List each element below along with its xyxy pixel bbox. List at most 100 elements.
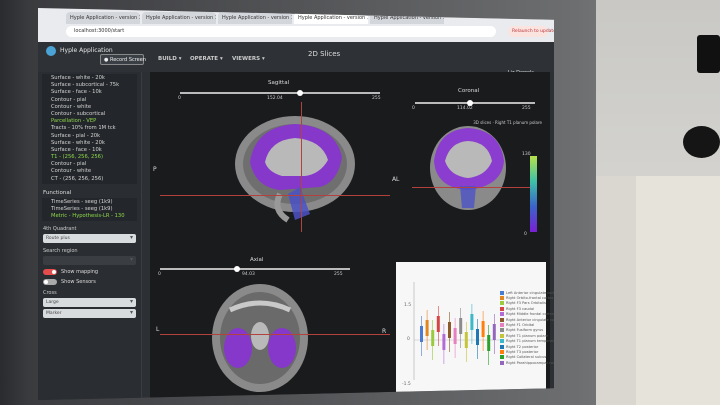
plot-legend: Left Anterior cingulate cortex Right Orbi… — [500, 290, 554, 365]
legend-entry[interactable]: Right Parahippocampal cortex — [500, 360, 554, 365]
layer-item[interactable]: Contour - pial — [42, 97, 137, 104]
layer-item[interactable]: Surface - subcortical - 75k — [42, 82, 137, 89]
box-glyph — [442, 334, 446, 350]
legend-entry[interactable]: Right T1 planum polare — [500, 333, 554, 338]
coronal-slice-image[interactable] — [420, 116, 530, 226]
legend-entry[interactable]: Right Orbito-frontal cortex — [500, 295, 554, 301]
axial-slider[interactable] — [160, 266, 350, 272]
projection-label: 3D slices · Right T1 planum polare — [473, 120, 542, 125]
layer-item[interactable]: Contour - subcortical — [42, 111, 137, 118]
sagittal-slider[interactable] — [180, 90, 380, 96]
layer-item[interactable]: Parcellation - VEP — [42, 118, 137, 125]
show-mapping-label: Show mapping — [61, 269, 99, 276]
sagittal-value: 152.04 — [267, 96, 283, 101]
box-glyph — [420, 326, 423, 342]
functional-item[interactable]: Metric - Hypothesis-LR - 130 — [42, 213, 137, 220]
show-sensors-label: Show Sensors — [61, 279, 96, 286]
layer-item[interactable]: Surface - white - 20k — [42, 140, 137, 147]
sagittal-crosshair-v — [301, 102, 302, 232]
legend-swatch — [500, 323, 504, 328]
functional-item[interactable]: TimeSeries - seeg (1k9) — [42, 199, 137, 206]
layer-item[interactable]: Surface - pial - 20k — [42, 133, 137, 140]
menu-build[interactable]: BUILD ▾ — [158, 56, 181, 62]
orient-axial-right: R — [382, 328, 387, 335]
show-sensors-row[interactable]: Show Sensors — [38, 279, 141, 286]
coronal-max: 255 — [522, 106, 531, 111]
axial-max: 255 — [334, 272, 343, 277]
legend-label: Right Fusiform gyrus — [506, 328, 544, 333]
coronal-crosshair-h — [412, 187, 537, 188]
axial-title: Axial — [250, 257, 264, 263]
show-mapping-row[interactable]: Show mapping — [38, 269, 141, 276]
search-region-input[interactable] — [43, 256, 136, 266]
sagittal-min: 0 — [178, 96, 181, 101]
layer-item[interactable]: Surface - white - 20k — [42, 75, 137, 82]
layer-item[interactable]: Contour - white — [42, 104, 137, 111]
legend-entry[interactable]: Right T1 planum temporale — [500, 339, 554, 344]
search-label: Search region — [43, 248, 78, 255]
layer-item[interactable]: Surface - face - 10k — [42, 147, 137, 154]
layer-item[interactable]: Tracts - 10% from 1M tck — [42, 125, 137, 132]
time-series-panel: 1.5 0 -1.5 Left Anterior cingulate corte… — [396, 262, 554, 400]
browser-tab[interactable]: Hyple Application - version 1 — [142, 12, 216, 24]
show-mapping-toggle[interactable] — [43, 269, 57, 276]
show-sensors-toggle[interactable] — [43, 279, 57, 286]
app-title: Hyple Application — [60, 47, 113, 54]
coronal-slider[interactable] — [415, 100, 535, 106]
menu-operate[interactable]: OPERATE ▾ — [190, 56, 223, 62]
legend-label: Right T1 planum temporale — [506, 339, 554, 344]
colorbar-top: 130 — [522, 152, 531, 157]
sagittal-slice-image[interactable] — [210, 102, 380, 232]
layer-item[interactable]: Contour - white — [42, 168, 137, 175]
functional-title: Functional — [43, 189, 72, 196]
box-glyph — [464, 332, 468, 348]
y-tick-zero: 0 — [407, 337, 410, 342]
colorbar-bottom: 0 — [524, 232, 527, 237]
orient-left: L — [396, 176, 400, 183]
app-header: Hyple Application ● Record Screen — [38, 42, 554, 72]
sagittal-slider-knob[interactable] — [297, 90, 303, 96]
legend-swatch — [500, 328, 504, 333]
layer-item[interactable]: Contour - pial — [42, 161, 137, 168]
cross-color-select[interactable]: Marker — [43, 309, 136, 319]
menu-viewers[interactable]: VIEWERS ▾ — [232, 56, 265, 62]
legend-swatch — [500, 344, 504, 349]
legend-label: Right Middle frontal cortex — [506, 312, 554, 317]
coronal-title: Coronal — [458, 88, 480, 94]
record-screen-button[interactable]: ● Record Screen — [100, 54, 146, 65]
cross-size-select[interactable]: Large — [43, 298, 136, 308]
view-title: 2D Slices — [308, 50, 341, 58]
relaunch-button[interactable]: Relaunch to update — [508, 26, 554, 37]
coronal-value: 114.02 — [457, 106, 473, 111]
coronal-min: 0 — [412, 106, 415, 111]
app-logo-icon — [46, 46, 56, 56]
quadrant-select[interactable]: Route plus — [43, 234, 136, 244]
speaker — [697, 35, 720, 73]
legend-label: Right F3 caudal — [506, 306, 535, 311]
legend-label: Right T1 planum polare — [506, 333, 549, 338]
box-plot — [413, 282, 501, 380]
legend-label: Right F1 Orbital — [506, 323, 535, 328]
layer-item[interactable]: CT - (256, 256, 256) — [42, 176, 137, 183]
legend-entry[interactable]: Right Anterior cingulate cortex — [500, 317, 554, 322]
layer-item[interactable]: T1 - (256, 256, 256) — [42, 154, 137, 161]
axial-slider-knob[interactable] — [234, 266, 240, 272]
legend-label: Right Orbito-frontal cortex — [506, 296, 554, 301]
browser-tab[interactable]: Hyple Application - version 1 — [66, 12, 140, 24]
legend-label: Right Collateral sulcus — [506, 355, 547, 360]
layer-item[interactable]: Surface - face - 10k — [42, 89, 137, 96]
legend-entry[interactable]: Right Middle frontal cortex — [500, 312, 554, 317]
browser-tab[interactable]: Hyple Application - version 1 — [218, 12, 292, 24]
legend-label: Right F3 Pars Orbitalis — [506, 301, 546, 306]
address-bar[interactable]: localhost:3000/start — [66, 26, 496, 37]
sagittal-max: 255 — [372, 96, 381, 101]
legend-swatch — [500, 355, 504, 360]
legend-swatch — [500, 296, 504, 301]
legend-entry[interactable]: Left Anterior cingulate cortex — [500, 290, 554, 295]
axial-slice-image[interactable] — [200, 278, 330, 398]
legend-entry[interactable]: Right Collateral sulcus — [500, 355, 554, 360]
sagittal-title: Sagittal — [268, 80, 290, 86]
legend-swatch — [500, 349, 504, 354]
functional-item[interactable]: TimeSeries - seeg (1k9) — [42, 206, 137, 213]
box-glyph — [436, 316, 440, 332]
